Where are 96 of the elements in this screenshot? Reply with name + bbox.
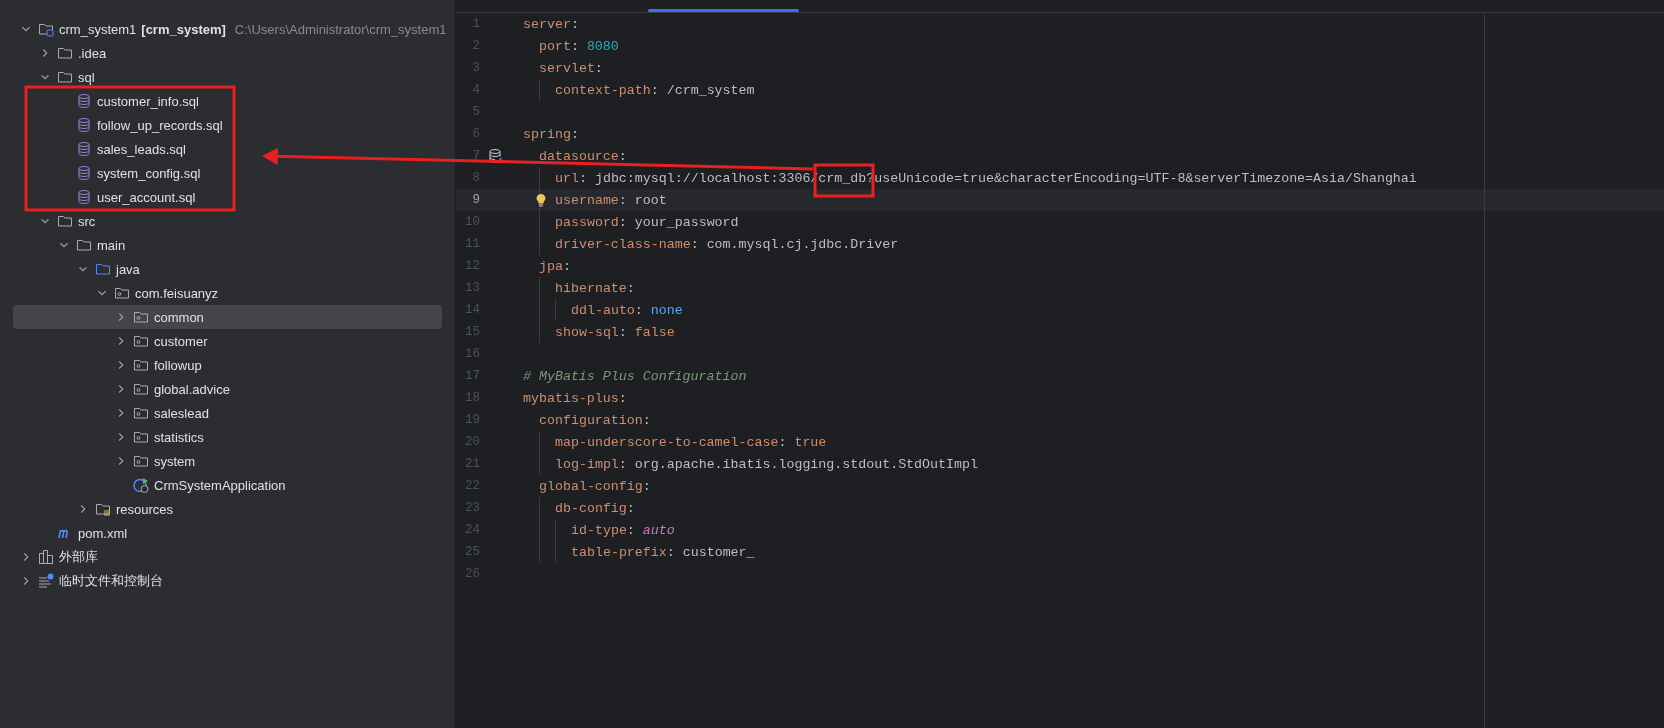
tree-item[interactable]: system_config.sql xyxy=(13,161,442,185)
code-line: servlet: xyxy=(539,60,603,76)
folder-icon xyxy=(57,213,73,229)
package-folder-icon xyxy=(133,381,149,397)
folder-icon xyxy=(57,45,73,61)
item-label: java xyxy=(116,261,140,277)
item-label: saleslead xyxy=(154,405,209,421)
item-label: statistics xyxy=(154,429,204,445)
item-label: global.advice xyxy=(154,381,230,397)
code-line: spring: xyxy=(523,126,579,142)
tree-item[interactable]: resources xyxy=(13,497,442,521)
tree-item[interactable]: main xyxy=(13,233,442,257)
folder-icon xyxy=(57,69,73,85)
package-folder-icon xyxy=(133,405,149,421)
line-number: 9 xyxy=(471,193,480,207)
tree-item[interactable]: user_account.sql xyxy=(13,185,442,209)
code-line: port: 8080 xyxy=(539,38,619,54)
item-label: user_account.sql xyxy=(97,189,196,205)
code-line: mybatis-plus: xyxy=(523,390,627,406)
folder-icon xyxy=(76,237,92,253)
code-line: # MyBatis Plus Configuration xyxy=(523,368,747,384)
code-line: id-type: auto xyxy=(571,522,675,538)
item-label: .idea xyxy=(78,45,107,61)
tree-item[interactable]: saleslead xyxy=(13,401,442,425)
module-folder-icon xyxy=(38,21,54,37)
code-line: map-underscore-to-camel-case: true xyxy=(555,434,827,450)
lightbulb-icon[interactable] xyxy=(534,193,548,207)
project-path: C:\Users\Administrator\crm_system1 xyxy=(234,21,447,37)
item-label: sql xyxy=(78,69,95,85)
database-icon xyxy=(76,165,92,181)
package-folder-icon xyxy=(114,285,130,301)
item-label: customer_info.sql xyxy=(97,93,199,109)
tree-item[interactable]: .idea xyxy=(13,41,442,65)
tree-item[interactable]: follow_up_records.sql xyxy=(13,113,442,137)
database-icon xyxy=(76,117,92,133)
code-line: jpa: xyxy=(539,258,571,274)
package-folder-icon xyxy=(133,309,149,325)
item-label: follow_up_records.sql xyxy=(97,117,223,133)
code-line: hibernate: xyxy=(555,280,635,296)
tree-item[interactable]: followup xyxy=(13,353,442,377)
item-label: CrmSystemApplication xyxy=(154,477,286,493)
package-folder-icon xyxy=(133,357,149,373)
code-line: password: your_password xyxy=(555,214,739,230)
code-line: server: xyxy=(523,16,579,32)
tree-item[interactable]: global.advice xyxy=(13,377,442,401)
item-label: com.feisuanyz xyxy=(135,285,219,301)
code-line: log-impl: org.apache.ibatis.logging.stdout.StdOutImpl xyxy=(555,456,978,472)
item-label: system_config.sql xyxy=(97,165,201,181)
tree-item[interactable]: customer_info.sql xyxy=(13,89,442,113)
package-folder-icon xyxy=(133,333,149,349)
tree-item[interactable]: statistics xyxy=(13,425,442,449)
item-label: pom.xml xyxy=(78,525,128,541)
tree-item[interactable]: pom.xml xyxy=(13,521,442,545)
tree-item[interactable]: customer xyxy=(13,329,442,353)
code-line: ddl-auto: none xyxy=(571,302,683,318)
item-label: resources xyxy=(116,501,174,517)
item-label: 外部库 xyxy=(59,548,98,566)
code-line: show-sql: false xyxy=(555,324,675,340)
tree-item[interactable]: CrmSystemApplication xyxy=(13,473,442,497)
tree-item[interactable]: java xyxy=(13,257,442,281)
tree-item[interactable]: sql xyxy=(13,65,442,89)
spring-app-icon xyxy=(133,477,149,493)
item-label: main xyxy=(97,237,126,253)
item-label: sales_leads.sql xyxy=(97,141,186,157)
package-folder-icon xyxy=(133,429,149,445)
tree-item[interactable]: system xyxy=(13,449,442,473)
code-line: table-prefix: customer_ xyxy=(571,544,755,560)
module-name: [crm_system] xyxy=(141,21,226,37)
database-icon xyxy=(76,189,92,205)
resources-folder-icon xyxy=(95,501,111,517)
item-label: system xyxy=(154,453,196,469)
item-label: followup xyxy=(154,357,202,373)
code-line: global-config: xyxy=(539,478,651,494)
scratches-icon xyxy=(38,573,54,589)
folder-icon xyxy=(95,261,111,277)
item-label: src xyxy=(78,213,96,229)
project-name: crm_system1 xyxy=(59,21,137,37)
item-label: 临时文件和控制台 xyxy=(59,572,163,590)
tree-item[interactable]: 外部库 xyxy=(13,545,442,569)
code-line: driver-class-name: com.mysql.cj.jdbc.Driver xyxy=(555,236,899,252)
tree-item[interactable]: src xyxy=(13,209,442,233)
tree-item[interactable]: sales_leads.sql xyxy=(13,137,442,161)
tree-item[interactable]: common xyxy=(13,305,442,329)
tree-item[interactable]: 临时文件和控制台 xyxy=(13,569,442,593)
item-label: customer xyxy=(154,333,208,349)
item-label: common xyxy=(154,309,204,325)
tree-item[interactable]: com.feisuanyz xyxy=(13,281,442,305)
package-folder-icon xyxy=(133,453,149,469)
library-icon xyxy=(38,549,54,565)
code-line: username: root xyxy=(555,192,667,208)
database-icon xyxy=(76,141,92,157)
code-line: context-path: /crm_system xyxy=(555,82,755,98)
code-line: datasource: xyxy=(539,148,627,164)
database-icon xyxy=(76,93,92,109)
code-line: configuration: xyxy=(539,412,651,428)
code-line: db-config: xyxy=(555,500,635,516)
